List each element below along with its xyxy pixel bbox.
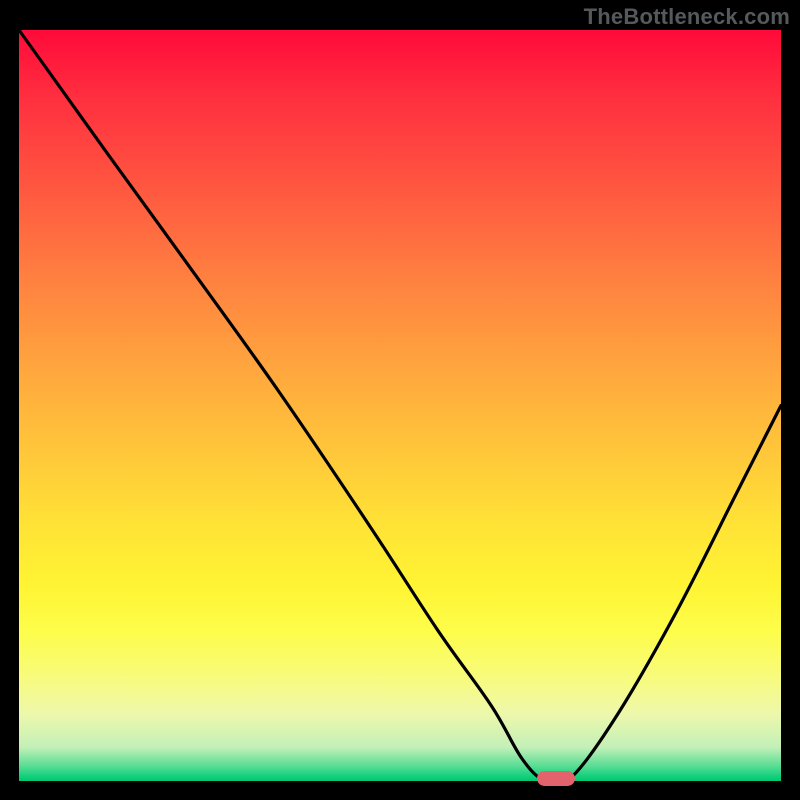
bottleneck-curve	[19, 30, 781, 781]
curve-path	[19, 30, 781, 787]
optimal-range-marker	[537, 771, 575, 786]
watermark-text: TheBottleneck.com	[584, 4, 790, 30]
chart-frame: TheBottleneck.com	[0, 0, 800, 800]
plot-area	[19, 30, 781, 781]
